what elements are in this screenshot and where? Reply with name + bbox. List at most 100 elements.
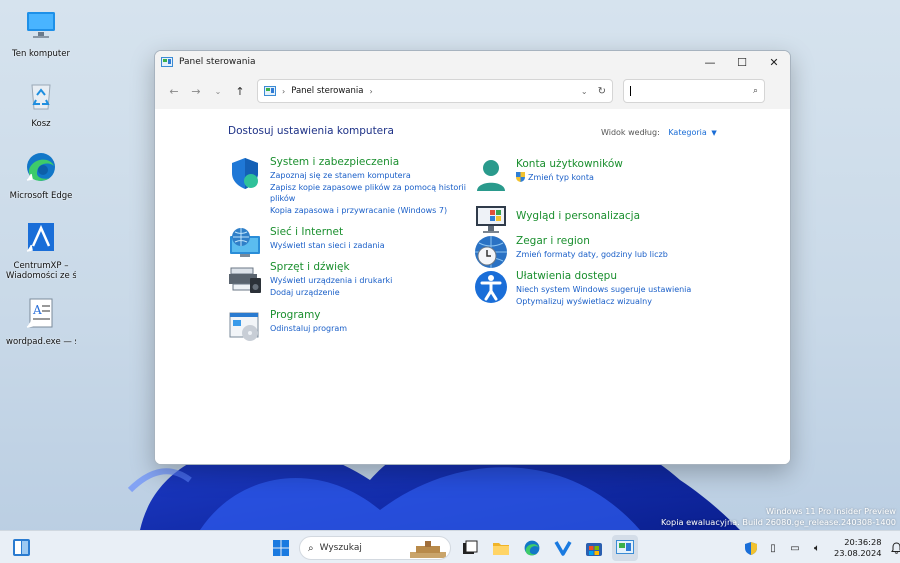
category-title[interactable]: Konta użytkowników: [516, 158, 623, 171]
maximize-icon: ☐: [737, 55, 747, 69]
category-system-security: System i zabezpieczenia Zapoznaj się ze …: [228, 156, 466, 216]
security-shield-icon[interactable]: [742, 539, 760, 557]
refresh-icon[interactable]: ↻: [598, 86, 606, 97]
category-link[interactable]: Dodaj urządzenie: [270, 287, 392, 299]
breadcrumb-separator-icon: ›: [282, 86, 286, 96]
category-accessibility: Ułatwienia dostępu Niech system Windows …: [474, 270, 691, 307]
category-link[interactable]: plików: [270, 193, 466, 205]
recent-locations-button[interactable]: ⌄: [207, 80, 229, 102]
vscode-taskbar-button[interactable]: [550, 535, 576, 561]
desktop-icon-centrumxp[interactable]: CentrumXP – Wiadomości ze ś...: [6, 220, 76, 281]
task-view-button[interactable]: [457, 535, 483, 561]
title-bar[interactable]: Panel sterowania — ☐ ✕: [155, 51, 790, 73]
desktop-icon-label-line2: Wiadomości ze ś...: [6, 271, 76, 281]
desktop-icon-this-pc[interactable]: Ten komputer: [6, 8, 76, 59]
breadcrumb-item[interactable]: Panel sterowania: [291, 86, 363, 96]
watermark-edition: Windows 11 Pro Insider Preview: [766, 506, 896, 516]
search-box[interactable]: ⌕: [623, 79, 765, 103]
programs-icon: [229, 312, 259, 341]
system-tray: ▯ ▭ 🔈︎ 20:36:28 23.08.2024: [742, 535, 900, 561]
forward-button[interactable]: →: [185, 80, 207, 102]
category-link[interactable]: Zmień typ konta: [516, 172, 623, 184]
network-globe-icon: [230, 228, 260, 257]
edge-icon: [524, 540, 540, 556]
category-link[interactable]: Optymalizuj wyświetlacz wizualny: [516, 296, 691, 308]
category-title[interactable]: System i zabezpieczenia: [270, 156, 466, 169]
taskbar: ⌕ Wyszukaj ▯ ▭ 🔈︎ 20:36:28 23.08.2024: [0, 530, 900, 563]
category-title[interactable]: Ułatwienia dostępu: [516, 270, 691, 283]
view-by: Widok według: Kategoria ▼: [601, 128, 717, 137]
category-link[interactable]: Odinstaluj program: [270, 323, 347, 335]
file-explorer-button[interactable]: [488, 535, 514, 561]
svg-text:A: A: [32, 303, 42, 317]
volume-icon[interactable]: 🔈︎: [808, 539, 826, 557]
category-title[interactable]: Sieć i Internet: [270, 226, 385, 239]
desktop-icon-label: CentrumXP –: [13, 261, 69, 271]
category-appearance: Wygląd i personalizacja: [474, 202, 640, 236]
arrow-left-icon: ←: [169, 84, 179, 98]
up-button[interactable]: ↑: [229, 80, 251, 102]
minimize-icon: —: [704, 55, 716, 69]
control-panel-content: Dostosuj ustawienia komputera Widok wedł…: [155, 109, 790, 464]
maximize-button[interactable]: ☐: [726, 51, 758, 73]
search-icon: ⌕: [752, 86, 758, 96]
uac-shield-icon: [516, 172, 525, 182]
monitor-icon: [27, 12, 55, 38]
back-button[interactable]: ←: [163, 80, 185, 102]
taskbar-search-label: Wyszukaj: [319, 543, 362, 553]
accessibility-icon: [475, 271, 507, 303]
search-input[interactable]: [630, 86, 753, 96]
view-by-dropdown[interactable]: Kategoria: [668, 128, 706, 137]
category-title[interactable]: Programy: [270, 309, 347, 322]
category-link[interactable]: Niech system Windows sugeruje ustawienia: [516, 284, 691, 296]
close-button[interactable]: ✕: [758, 51, 790, 73]
printer-speaker-icon: [229, 267, 261, 293]
category-link[interactable]: Kopia zapasowa i przywracanie (Windows 7…: [270, 205, 466, 217]
recycle-bin-icon: [31, 84, 51, 110]
category-title[interactable]: Zegar i region: [516, 235, 668, 248]
windows-logo-icon: [273, 540, 289, 556]
clock-time: 20:36:28: [844, 537, 882, 547]
category-link[interactable]: Zapoznaj się ze stanem komputera: [270, 170, 466, 182]
user-accounts-icon: [477, 160, 505, 191]
store-icon: [586, 543, 602, 556]
breadcrumb-separator-icon[interactable]: ›: [369, 87, 372, 96]
arrow-right-icon: →: [191, 84, 201, 98]
store-taskbar-button[interactable]: [581, 535, 607, 561]
notification-bell-icon[interactable]: [888, 539, 900, 557]
desktop-icon-label: Microsoft Edge: [9, 191, 73, 201]
system-security-shield-icon: [232, 158, 258, 189]
desktop-icon-label: wordpad.exe — skr...: [6, 337, 76, 347]
view-by-label: Widok według:: [601, 128, 660, 137]
category-title[interactable]: Sprzęt i dźwięk: [270, 261, 392, 274]
category-link[interactable]: Wyświetl urządzenia i drukarki: [270, 275, 392, 287]
category-link-text[interactable]: Zmień typ konta: [528, 173, 594, 182]
close-icon: ✕: [769, 55, 779, 69]
desktop-icon-wordpad[interactable]: A wordpad.exe — skr...: [6, 296, 76, 347]
category-title[interactable]: Wygląd i personalizacja: [516, 210, 640, 223]
category-programs: Programy Odinstaluj program: [228, 309, 347, 343]
taskbar-search[interactable]: ⌕ Wyszukaj: [299, 536, 451, 560]
desktop-icon-edge[interactable]: Microsoft Edge: [6, 150, 76, 201]
desktop-icon-recycle-bin[interactable]: Kosz: [6, 78, 76, 129]
search-highlight-image: [410, 541, 446, 558]
edge-icon: [26, 153, 55, 181]
edge-taskbar-button[interactable]: [519, 535, 545, 561]
category-link[interactable]: Wyświetl stan sieci i zadania: [270, 240, 385, 252]
network-icon[interactable]: ▭: [786, 539, 804, 557]
category-link[interactable]: Zapisz kopie zapasowe plików za pomocą h…: [270, 182, 466, 194]
start-button[interactable]: [268, 535, 294, 561]
address-dropdown-icon[interactable]: ⌄: [581, 87, 588, 96]
search-icon: ⌕: [308, 542, 314, 554]
widgets-icon[interactable]: [12, 538, 31, 557]
control-panel-icon: [616, 540, 634, 554]
category-link[interactable]: Zmień formaty daty, godziny lub liczb: [516, 249, 668, 261]
minimize-button[interactable]: —: [694, 51, 726, 73]
usb-device-icon[interactable]: ▯: [764, 539, 782, 557]
app-v-icon: [554, 541, 572, 556]
chevron-down-icon: ⌄: [214, 86, 222, 96]
taskbar-clock[interactable]: 20:36:28 23.08.2024: [834, 537, 882, 559]
control-panel-taskbar-button[interactable]: [612, 535, 638, 561]
caret-down-icon[interactable]: ▼: [711, 129, 716, 137]
address-bar[interactable]: › Panel sterowania › ⌄ ↻: [257, 79, 613, 103]
